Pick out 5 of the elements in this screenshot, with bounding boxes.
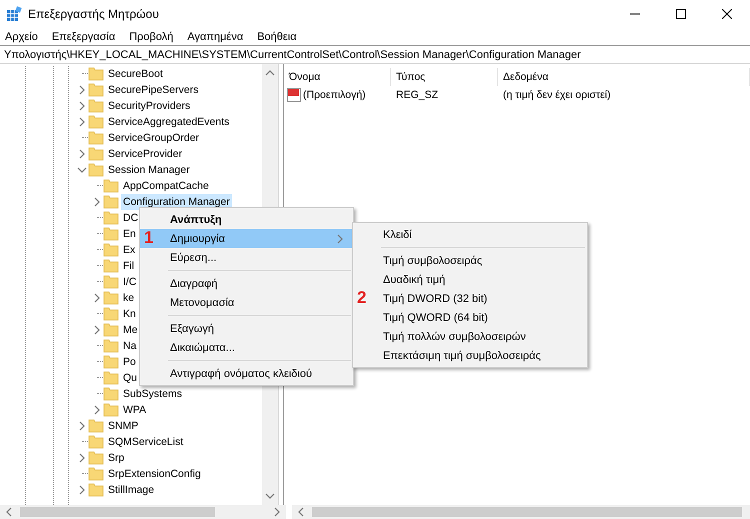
value-type: REG_SZ (395, 89, 440, 101)
step-number: 2 (357, 288, 366, 308)
value-data: (η τιμή δεν έχει οριστεί) (502, 89, 612, 101)
step-number: 1 (144, 228, 154, 248)
window-title: Επεξεργαστής Μητρώου (28, 7, 160, 21)
